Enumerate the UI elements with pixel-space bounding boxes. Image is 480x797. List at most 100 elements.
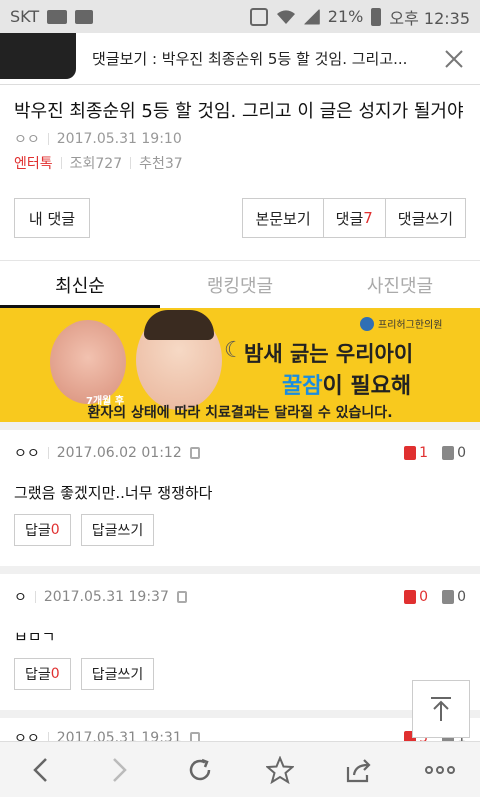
wifi-icon: [276, 9, 295, 24]
article-info: 박우진 최종순위 5등 할 것임. 그리고 이 글은 성지가 될거야 ㅇㅇ 20…: [0, 85, 480, 173]
comment-votes: 0 0: [404, 589, 466, 605]
back-tab[interactable]: [0, 33, 76, 79]
battery-icon: [371, 7, 382, 26]
mail-icon: [47, 9, 68, 24]
reply-label: 답글: [25, 523, 51, 539]
article-recommends: 추천37: [139, 156, 183, 172]
moon-icon: ☾: [224, 338, 244, 363]
ad-banner[interactable]: 7개월 후 프리허그한의원 ☾ 밤새 긁는 우리아이 꿀잠이 필요해 환자의 상…: [0, 308, 480, 422]
clock: 오후 12:35: [389, 8, 470, 28]
sort-tabs: 최신순 랭킹댓글 사진댓글: [0, 260, 480, 308]
upvote-button[interactable]: 0: [404, 589, 428, 605]
comments-button[interactable]: 댓글 7: [322, 198, 385, 238]
reply-count: 0: [50, 666, 60, 682]
back-button[interactable]: [16, 746, 64, 794]
banner-highlight: 꿀잠: [282, 374, 323, 399]
comment-votes: 1 0: [404, 445, 466, 461]
divider: [130, 157, 132, 169]
notification-icon: [75, 9, 94, 24]
status-bar: SKT 21% 오후 12:35: [0, 0, 480, 33]
chevron-right-icon: [113, 757, 127, 782]
reply-label: 답글: [25, 667, 51, 683]
page-header: 댓글보기 : 박우진 최종순위 5등 할 것임. 그리고...: [0, 33, 480, 85]
comment-actions: 답글 0 답글쓰기: [14, 514, 466, 560]
clinic-name: 프리허그한의원: [378, 320, 443, 331]
clinic-logo: 프리허그한의원: [360, 316, 442, 331]
close-icon: [445, 49, 463, 68]
downvote-count: 0: [457, 589, 466, 605]
share-button[interactable]: [336, 746, 384, 794]
scroll-to-top-button[interactable]: [412, 680, 470, 738]
upvote-button[interactable]: 1: [404, 445, 428, 461]
comment-header: ㅇ 2017.05.31 19:37 0 0: [14, 574, 466, 620]
comment-item: ㅇ 2017.05.31 19:37 0 0 ㅂㅁㄱ 답글 0 답글쓰기: [0, 566, 480, 704]
reload-icon: [189, 758, 211, 780]
divider: [60, 157, 62, 169]
comment-author: ㅇㅇ: [14, 446, 40, 462]
write-reply-button[interactable]: 답글쓰기: [80, 658, 155, 690]
comment-body: 그랬음 좋겠지만..너무 쟁쟁하다: [14, 484, 213, 502]
reload-button[interactable]: [176, 746, 224, 794]
divider: [47, 447, 49, 459]
upvote-count: 1: [419, 445, 429, 461]
signal-icon: [303, 8, 320, 25]
article-author: ㅇㅇ: [14, 132, 40, 148]
star-icon: [266, 755, 294, 784]
more-dots-icon: [425, 765, 455, 774]
clinic-logo-icon: [360, 316, 374, 331]
downvote-button[interactable]: 0: [442, 445, 466, 461]
comment-actions: 답글 0 답글쓰기: [14, 658, 466, 704]
chevron-left-icon: [33, 757, 47, 782]
forward-button[interactable]: [96, 746, 144, 794]
article-views: 조회727: [69, 156, 123, 172]
thumbs-down-icon: [442, 590, 455, 604]
thumbs-up-icon: [404, 590, 417, 604]
comment-date: 2017.05.31 19:37: [43, 589, 169, 605]
lock-icon: [176, 591, 187, 603]
tab-ranking[interactable]: 랭킹댓글: [160, 261, 320, 308]
lock-icon: [189, 447, 200, 459]
tab-photo[interactable]: 사진댓글: [320, 261, 480, 308]
comment-header: ㅇㅇ 2017.06.02 01:12 1 0: [14, 430, 466, 476]
battery-percent: 21%: [327, 7, 364, 26]
thumbs-up-icon: [404, 446, 417, 460]
article-meta-row1: ㅇㅇ 2017.05.31 19:10: [14, 129, 466, 149]
browser-toolbar: [0, 741, 480, 797]
comments-label: 댓글: [335, 209, 364, 228]
baby-after-image: [136, 310, 222, 410]
my-comments-button[interactable]: 내 댓글: [14, 198, 90, 238]
article-category[interactable]: 엔터톡: [14, 153, 53, 173]
more-button[interactable]: [416, 746, 464, 794]
write-comment-button[interactable]: 댓글쓰기: [384, 198, 466, 238]
share-icon: [346, 758, 371, 782]
divider: [34, 591, 36, 603]
arrow-up-icon: [431, 697, 451, 721]
close-button[interactable]: [428, 33, 480, 85]
tab-latest[interactable]: 최신순: [0, 261, 160, 308]
bookmark-button[interactable]: [256, 746, 304, 794]
article-title[interactable]: 박우진 최종순위 5등 할 것임. 그리고 이 글은 성지가 될거야: [14, 99, 466, 125]
reply-count-button[interactable]: 답글 0: [14, 514, 71, 546]
view-buttons: 본문보기 댓글 7 댓글쓰기: [242, 198, 466, 238]
upvote-count: 0: [419, 589, 429, 605]
comment-date: 2017.06.02 01:12: [56, 445, 182, 461]
article-meta-row2: 엔터톡 조회727 추천37: [14, 153, 466, 173]
comments-count: 7: [363, 209, 373, 227]
article-date: 2017.05.31 19:10: [56, 131, 182, 147]
vibrate-icon: [249, 7, 268, 26]
comment-body: ㅂㅁㄱ: [14, 628, 56, 646]
write-reply-button[interactable]: 답글쓰기: [80, 514, 155, 546]
downvote-count: 0: [457, 445, 466, 461]
action-buttons: 내 댓글 본문보기 댓글 7 댓글쓰기: [0, 198, 480, 238]
downvote-button[interactable]: 0: [442, 589, 466, 605]
banner-disclaimer: 환자의 상태에 따라 치료결과는 달라질 수 있습니다.: [87, 405, 393, 421]
view-post-button[interactable]: 본문보기: [242, 198, 323, 238]
comment-item: ㅇㅇ 2017.06.02 01:12 1 0 그랬음 좋겠지만..너무 쟁쟁하…: [0, 422, 480, 560]
divider: [47, 133, 49, 145]
banner-subheadline: 꿀잠이 필요해: [282, 368, 411, 400]
reply-count-button[interactable]: 답글 0: [14, 658, 71, 690]
comment-author: ㅇ: [14, 590, 27, 606]
reply-count: 0: [50, 522, 60, 538]
banner-subheadline-rest: 이 필요해: [322, 374, 412, 399]
thumbs-down-icon: [442, 446, 455, 460]
